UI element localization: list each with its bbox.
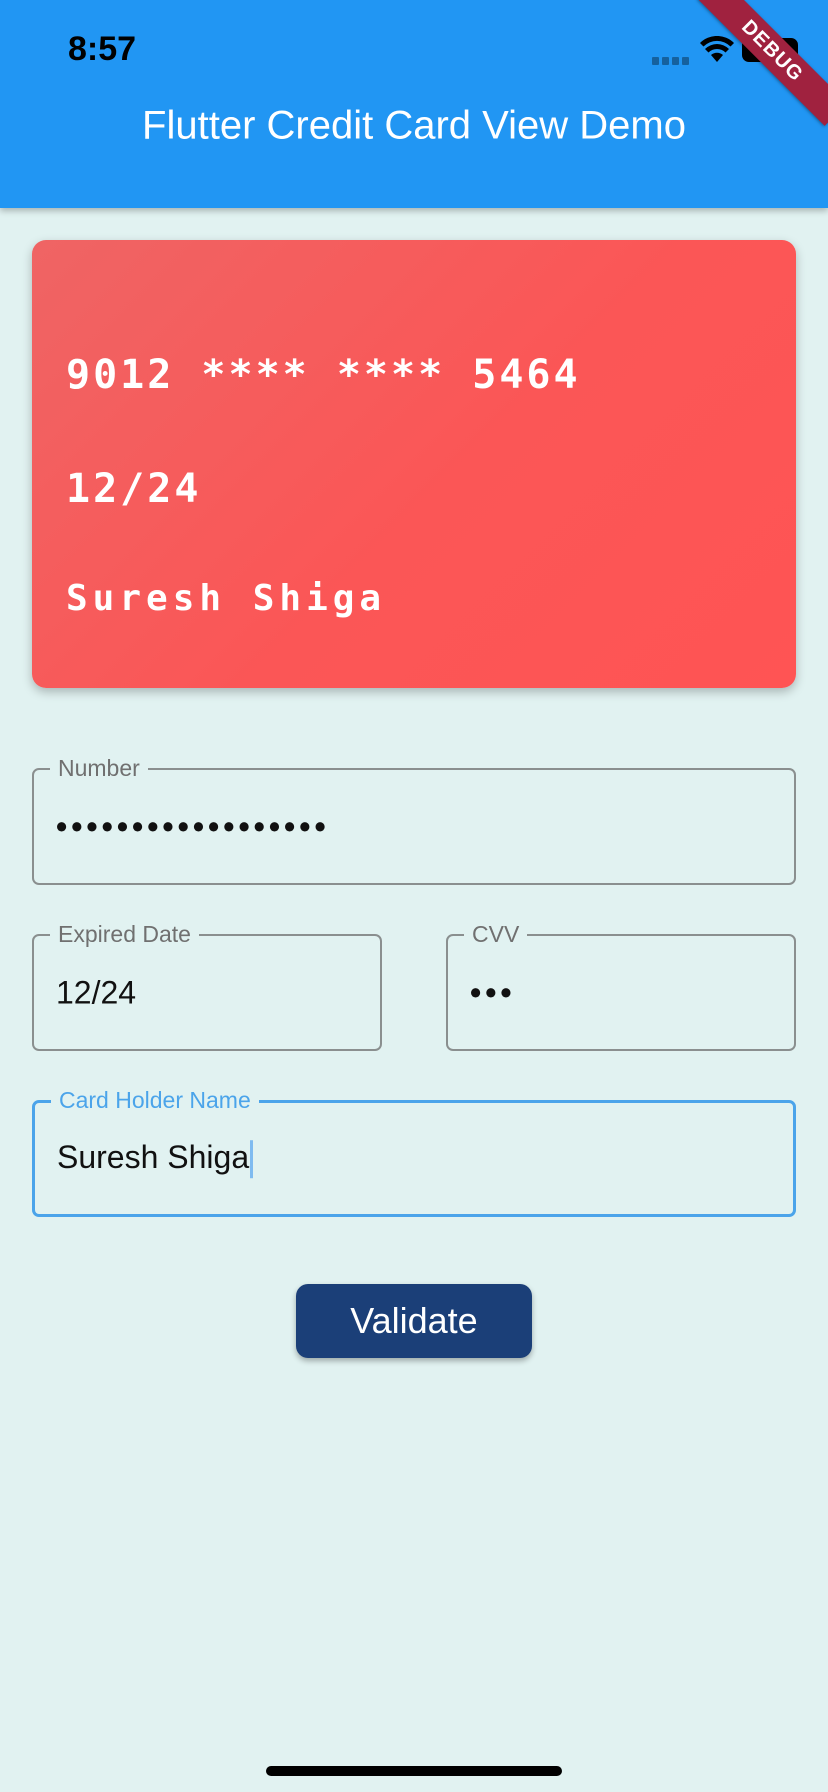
cvv-label: CVV (464, 920, 528, 948)
expiry-date-label: Expired Date (50, 920, 199, 948)
text-cursor (250, 1140, 254, 1179)
card-holder-display: Suresh Shiga (66, 578, 387, 619)
card-number-display: 9012 **** **** 5464 (66, 352, 581, 398)
card-holder-name-input[interactable]: Suresh Shiga (57, 1139, 249, 1175)
app-bar: 8:57 Flutter Credit Card View Demo DEBUG (0, 0, 828, 208)
status-time: 8:57 (68, 30, 137, 68)
expiry-date-field[interactable]: Expired Date 12/24 (32, 920, 382, 1051)
cellular-signal-icon (652, 52, 692, 65)
page-title: Flutter Credit Card View Demo (142, 103, 686, 148)
cvv-field[interactable]: CVV ••• (446, 920, 796, 1051)
credit-card-preview[interactable]: 9012 **** **** 5464 12/24 Suresh Shiga (32, 240, 796, 688)
expiry-date-input[interactable]: 12/24 (56, 974, 136, 1011)
card-number-label: Number (50, 754, 148, 782)
card-number-field[interactable]: Number •••••••••••••••••• (32, 754, 796, 885)
cvv-input[interactable]: ••• (470, 974, 516, 1011)
card-expiry-display: 12/24 (66, 466, 202, 512)
app-screen: 8:57 Flutter Credit Card View Demo DEBUG… (0, 0, 828, 1792)
card-holder-name-label: Card Holder Name (51, 1086, 259, 1114)
validate-button[interactable]: Validate (296, 1284, 532, 1358)
home-indicator[interactable] (266, 1766, 562, 1776)
wifi-icon (700, 35, 734, 62)
card-number-input[interactable]: •••••••••••••••••• (56, 808, 330, 845)
card-holder-name-input-wrap[interactable]: Suresh Shiga (57, 1139, 254, 1179)
card-holder-name-field[interactable]: Card Holder Name Suresh Shiga (32, 1086, 796, 1217)
